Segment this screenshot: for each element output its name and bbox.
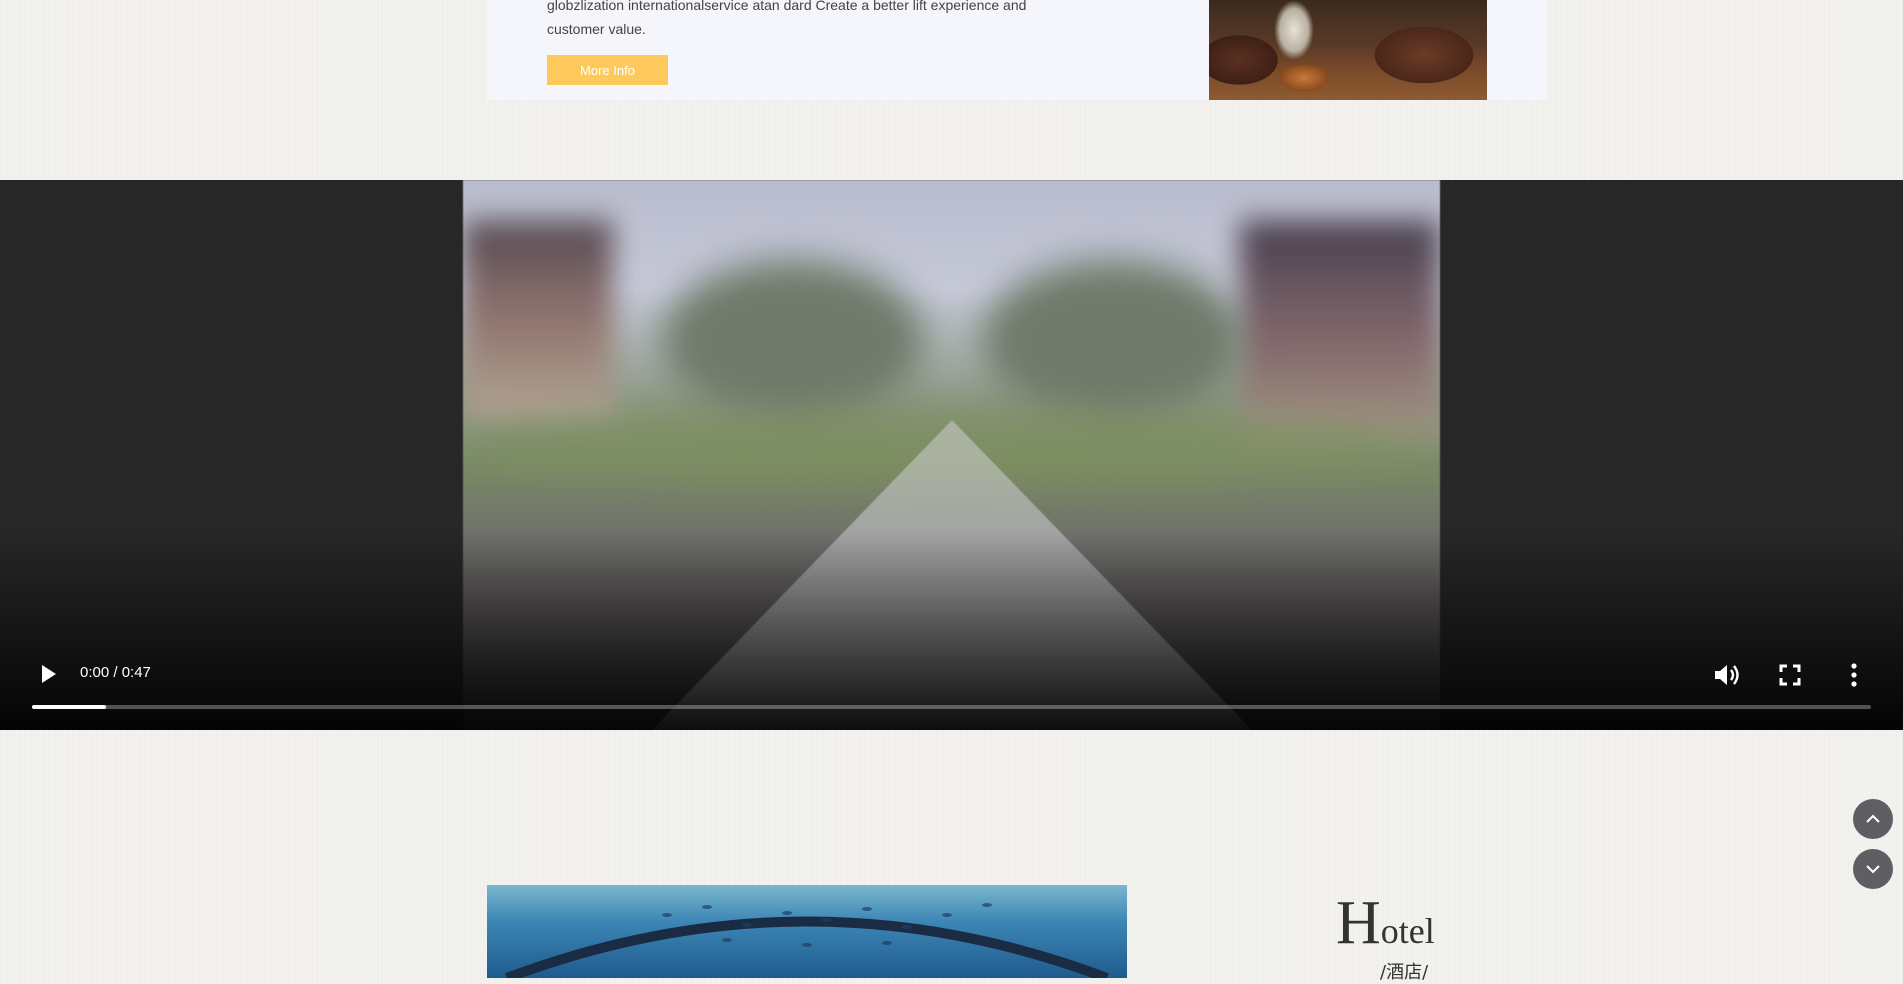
scroll-up-button[interactable]: [1853, 799, 1893, 839]
aquarium-tunnel-arch: [505, 903, 1109, 978]
hotel-subtitle: /酒店/: [1380, 962, 1429, 983]
play-icon: [42, 665, 56, 683]
fullscreen-icon: [1779, 664, 1801, 686]
video-player[interactable]: 0:00 / 0:47: [0, 180, 1903, 730]
play-button[interactable]: [36, 662, 60, 686]
hotel-title: Hotel: [1336, 888, 1435, 959]
info-text-line-2: customer value.: [547, 21, 646, 37]
info-text-line-1: globzlization internationalservice atan …: [547, 0, 1027, 13]
video-building-right: [1240, 220, 1440, 440]
hotel-lounge-image: [1209, 0, 1487, 100]
scroll-down-button[interactable]: [1853, 849, 1893, 889]
hotel-title-rest: otel: [1380, 911, 1435, 951]
chandelier-decoration: [1274, 0, 1314, 60]
more-vertical-icon: [1851, 663, 1857, 687]
fullscreen-button[interactable]: [1778, 663, 1802, 687]
video-time: 0:00 / 0:47: [80, 664, 151, 681]
volume-icon: [1715, 665, 1739, 685]
video-controls-gradient: [0, 530, 1903, 730]
more-options-button[interactable]: [1845, 662, 1863, 688]
more-info-button[interactable]: More Info: [547, 55, 668, 85]
video-trees-left: [663, 260, 923, 420]
video-progress-bar[interactable]: [32, 705, 1871, 709]
mute-button[interactable]: [1712, 662, 1742, 688]
chevron-down-icon: [1866, 865, 1880, 874]
video-trees-right: [983, 260, 1243, 420]
info-card: globzlization internationalservice atan …: [487, 0, 1547, 100]
video-building-left: [463, 220, 613, 420]
hotel-title-initial: H: [1336, 889, 1381, 957]
info-description: globzlization internationalservice atan …: [547, 0, 1067, 41]
chevron-up-icon: [1866, 814, 1880, 823]
video-progress-fill: [32, 705, 106, 709]
aquarium-tunnel-image: [487, 885, 1127, 978]
